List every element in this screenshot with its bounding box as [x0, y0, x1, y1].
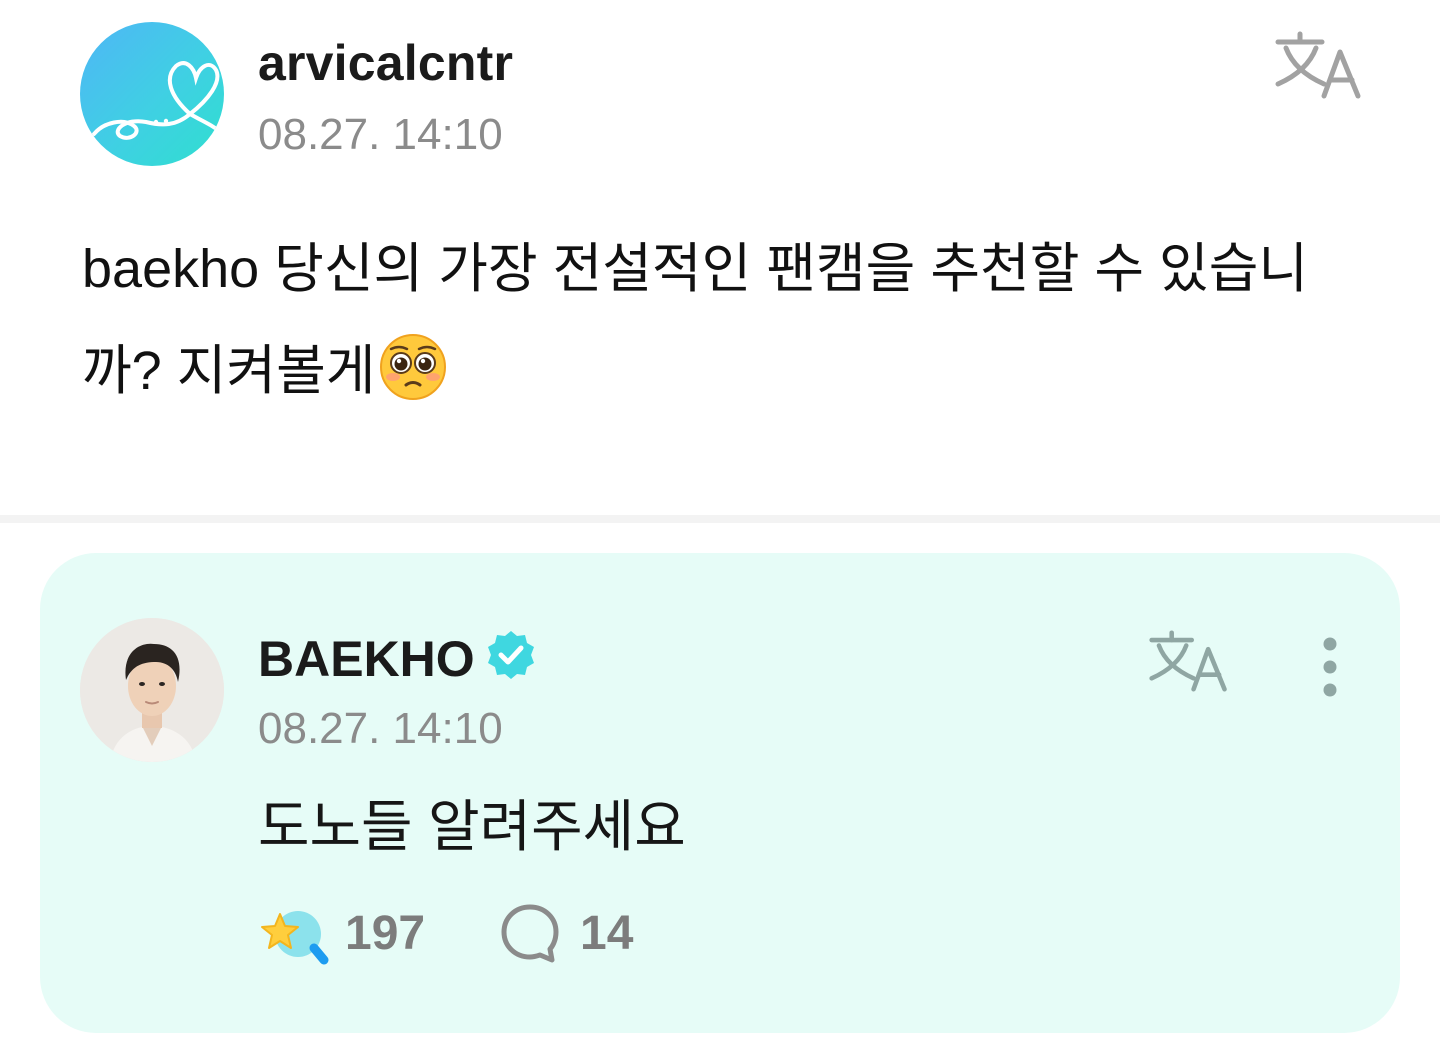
artist-portrait-icon: [80, 618, 224, 762]
more-vertical-icon[interactable]: [1310, 634, 1350, 700]
comment-translate-icon[interactable]: [1148, 628, 1230, 699]
pleading-face-emoji: [379, 332, 447, 400]
section-divider: [0, 515, 1440, 523]
reply-bubble-icon[interactable]: [498, 902, 562, 964]
post-timestamp: 08.27. 14:10: [258, 110, 503, 159]
translate-icon[interactable]: [1274, 30, 1364, 105]
post-text-body: baekho 당신의 가장 전설적인 팬캠을 추천할 수 있습니까? 지켜볼게: [82, 239, 1309, 401]
like-count: 197: [345, 907, 426, 960]
artist-avatar[interactable]: [80, 618, 224, 762]
comment-text: 도노들 알려주세요: [258, 795, 686, 858]
verified-badge-icon: [484, 628, 538, 682]
like-star-icon[interactable]: [258, 902, 330, 970]
post-text: baekho 당신의 가장 전설적인 팬캠을 추천할 수 있습니까? 지켜볼게: [82, 218, 1322, 422]
comment-timestamp: 08.27. 14:10: [258, 704, 503, 753]
artist-name[interactable]: BAEKHO: [258, 630, 475, 688]
original-post: arvicalcntr 08.27. 14:10 baekho 당신의 가장 전…: [0, 0, 1440, 518]
heart-doodle-icon: [92, 61, 222, 140]
artist-comment-card: [40, 553, 1400, 1033]
user-avatar[interactable]: [80, 22, 224, 166]
reply-count: 14: [580, 907, 634, 960]
post-username[interactable]: arvicalcntr: [258, 34, 513, 92]
